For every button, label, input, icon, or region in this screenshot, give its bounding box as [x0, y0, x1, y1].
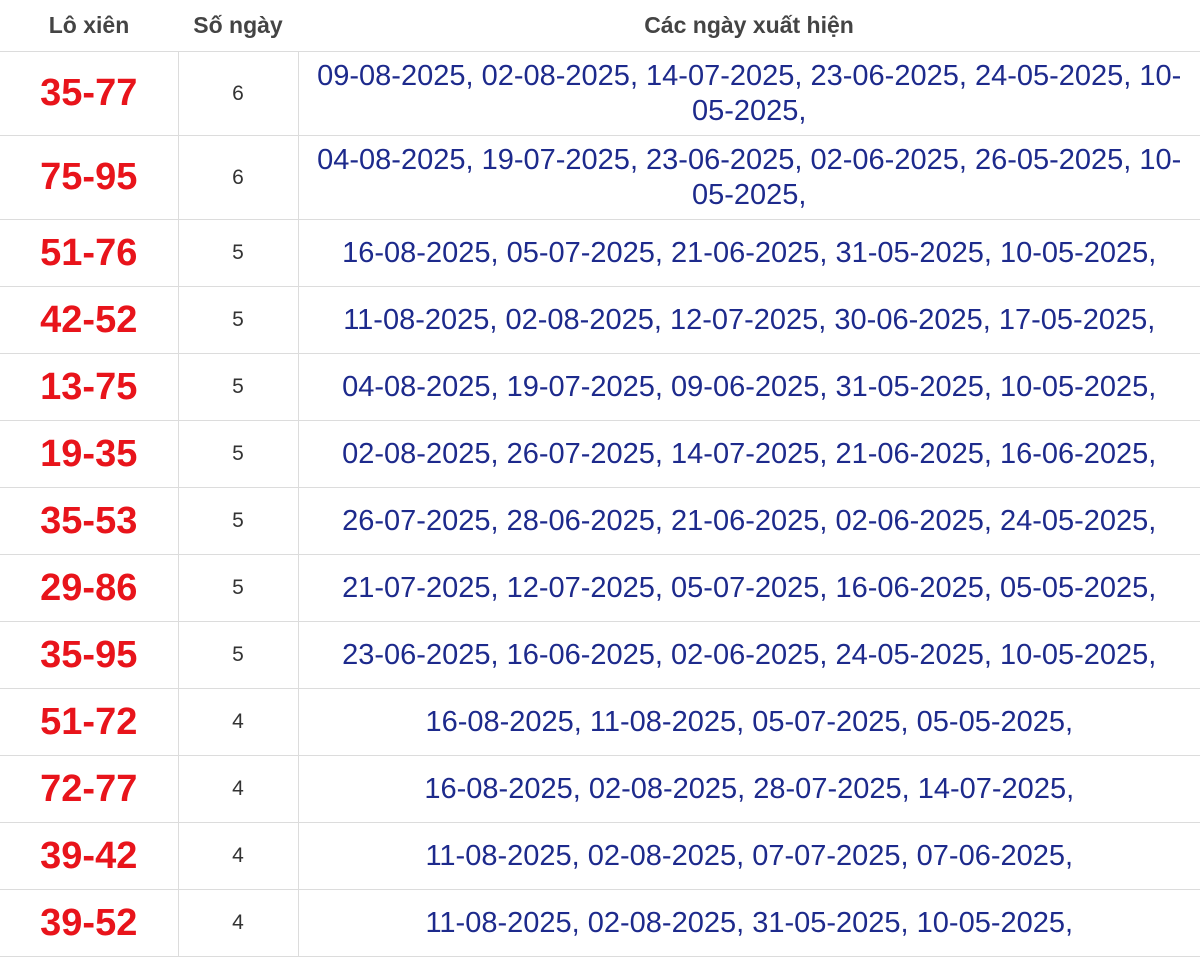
days-cell: 5 — [178, 554, 299, 622]
days-cell: 5 — [178, 219, 299, 287]
dates-cell: 04-08-2025, 19-07-2025, 23-06-2025, 02-0… — [298, 135, 1200, 220]
pair-cell: 35-53 — [0, 487, 179, 555]
header-row: Lô xiên Số ngày Các ngày xuất hiện — [0, 0, 1200, 52]
pair-cell: 75-95 — [0, 135, 179, 220]
dates-cell: 02-08-2025, 26-07-2025, 14-07-2025, 21-0… — [298, 420, 1200, 488]
days-cell: 5 — [178, 353, 299, 421]
table-row: 35-77 6 09-08-2025, 02-08-2025, 14-07-20… — [0, 51, 1200, 136]
table-header: Lô xiên Số ngày Các ngày xuất hiện — [0, 0, 1200, 52]
dates-cell: 16-08-2025, 11-08-2025, 05-07-2025, 05-0… — [298, 688, 1200, 756]
table-row: 35-53 5 26-07-2025, 28-06-2025, 21-06-20… — [0, 487, 1200, 555]
dates-cell: 21-07-2025, 12-07-2025, 05-07-2025, 16-0… — [298, 554, 1200, 622]
pair-cell: 51-72 — [0, 688, 179, 756]
table-row: 75-95 6 04-08-2025, 19-07-2025, 23-06-20… — [0, 135, 1200, 220]
days-cell: 5 — [178, 487, 299, 555]
dates-cell: 11-08-2025, 02-08-2025, 12-07-2025, 30-0… — [298, 286, 1200, 354]
header-days: Số ngày — [178, 0, 298, 52]
pair-cell: 29-86 — [0, 554, 179, 622]
pair-cell: 42-52 — [0, 286, 179, 354]
dates-cell: 23-06-2025, 16-06-2025, 02-06-2025, 24-0… — [298, 621, 1200, 689]
dates-cell: 26-07-2025, 28-06-2025, 21-06-2025, 02-0… — [298, 487, 1200, 555]
table-row: 42-52 5 11-08-2025, 02-08-2025, 12-07-20… — [0, 286, 1200, 354]
table-row: 19-35 5 02-08-2025, 26-07-2025, 14-07-20… — [0, 420, 1200, 488]
pair-cell: 35-95 — [0, 621, 179, 689]
lo-xien-table: Lô xiên Số ngày Các ngày xuất hiện 35-77… — [0, 0, 1200, 957]
table-row: 29-86 5 21-07-2025, 12-07-2025, 05-07-20… — [0, 554, 1200, 622]
table-row: 39-52 4 11-08-2025, 02-08-2025, 31-05-20… — [0, 889, 1200, 957]
days-cell: 4 — [178, 822, 299, 890]
header-dates: Các ngày xuất hiện — [298, 0, 1200, 52]
pair-cell: 39-52 — [0, 889, 179, 957]
days-cell: 5 — [178, 286, 299, 354]
days-cell: 6 — [178, 135, 299, 220]
days-cell: 5 — [178, 420, 299, 488]
pair-cell: 13-75 — [0, 353, 179, 421]
pair-cell: 51-76 — [0, 219, 179, 287]
days-cell: 4 — [178, 755, 299, 823]
days-cell: 5 — [178, 621, 299, 689]
table-row: 35-95 5 23-06-2025, 16-06-2025, 02-06-20… — [0, 621, 1200, 689]
table-row: 51-72 4 16-08-2025, 11-08-2025, 05-07-20… — [0, 688, 1200, 756]
table-body: 35-77 6 09-08-2025, 02-08-2025, 14-07-20… — [0, 51, 1200, 957]
dates-cell: 11-08-2025, 02-08-2025, 07-07-2025, 07-0… — [298, 822, 1200, 890]
table-row: 72-77 4 16-08-2025, 02-08-2025, 28-07-20… — [0, 755, 1200, 823]
pair-cell: 35-77 — [0, 51, 179, 136]
table-row: 39-42 4 11-08-2025, 02-08-2025, 07-07-20… — [0, 822, 1200, 890]
days-cell: 4 — [178, 889, 299, 957]
dates-cell: 11-08-2025, 02-08-2025, 31-05-2025, 10-0… — [298, 889, 1200, 957]
pair-cell: 39-42 — [0, 822, 179, 890]
table-row: 51-76 5 16-08-2025, 05-07-2025, 21-06-20… — [0, 219, 1200, 287]
days-cell: 4 — [178, 688, 299, 756]
pair-cell: 72-77 — [0, 755, 179, 823]
dates-cell: 09-08-2025, 02-08-2025, 14-07-2025, 23-0… — [298, 51, 1200, 136]
table-row: 13-75 5 04-08-2025, 19-07-2025, 09-06-20… — [0, 353, 1200, 421]
dates-cell: 16-08-2025, 02-08-2025, 28-07-2025, 14-0… — [298, 755, 1200, 823]
days-cell: 6 — [178, 51, 299, 136]
header-pair: Lô xiên — [0, 0, 178, 52]
pair-cell: 19-35 — [0, 420, 179, 488]
dates-cell: 04-08-2025, 19-07-2025, 09-06-2025, 31-0… — [298, 353, 1200, 421]
dates-cell: 16-08-2025, 05-07-2025, 21-06-2025, 31-0… — [298, 219, 1200, 287]
